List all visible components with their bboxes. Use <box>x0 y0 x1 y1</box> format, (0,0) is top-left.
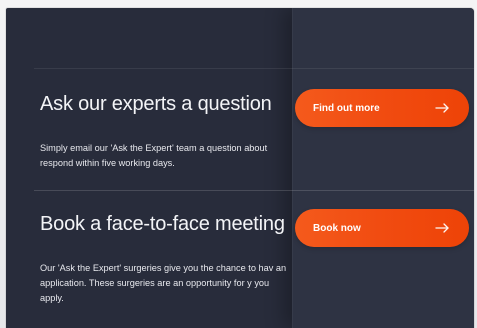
top-divider <box>34 68 474 69</box>
screenshot-frame: Ask our experts a question Simply email … <box>0 0 477 328</box>
book-now-button[interactable]: Book now <box>295 209 469 247</box>
arrow-right-icon <box>435 222 451 234</box>
find-out-more-label: Find out more <box>313 102 380 114</box>
find-out-more-button[interactable]: Find out more <box>295 89 469 127</box>
book-now-label: Book now <box>313 222 361 234</box>
section-divider <box>34 190 474 191</box>
action-column <box>292 8 474 328</box>
book-meeting-title: Book a face-to-face meeting <box>40 213 285 235</box>
arrow-right-icon <box>435 102 451 114</box>
ask-experts-description: Simply email our 'Ask the Expert' team a… <box>40 143 268 168</box>
book-meeting-description: Our 'Ask the Expert' surgeries give you … <box>40 263 287 303</box>
ask-experts-title: Ask our experts a question <box>40 93 272 115</box>
expert-content-panel: Ask our experts a question Simply email … <box>6 8 474 328</box>
